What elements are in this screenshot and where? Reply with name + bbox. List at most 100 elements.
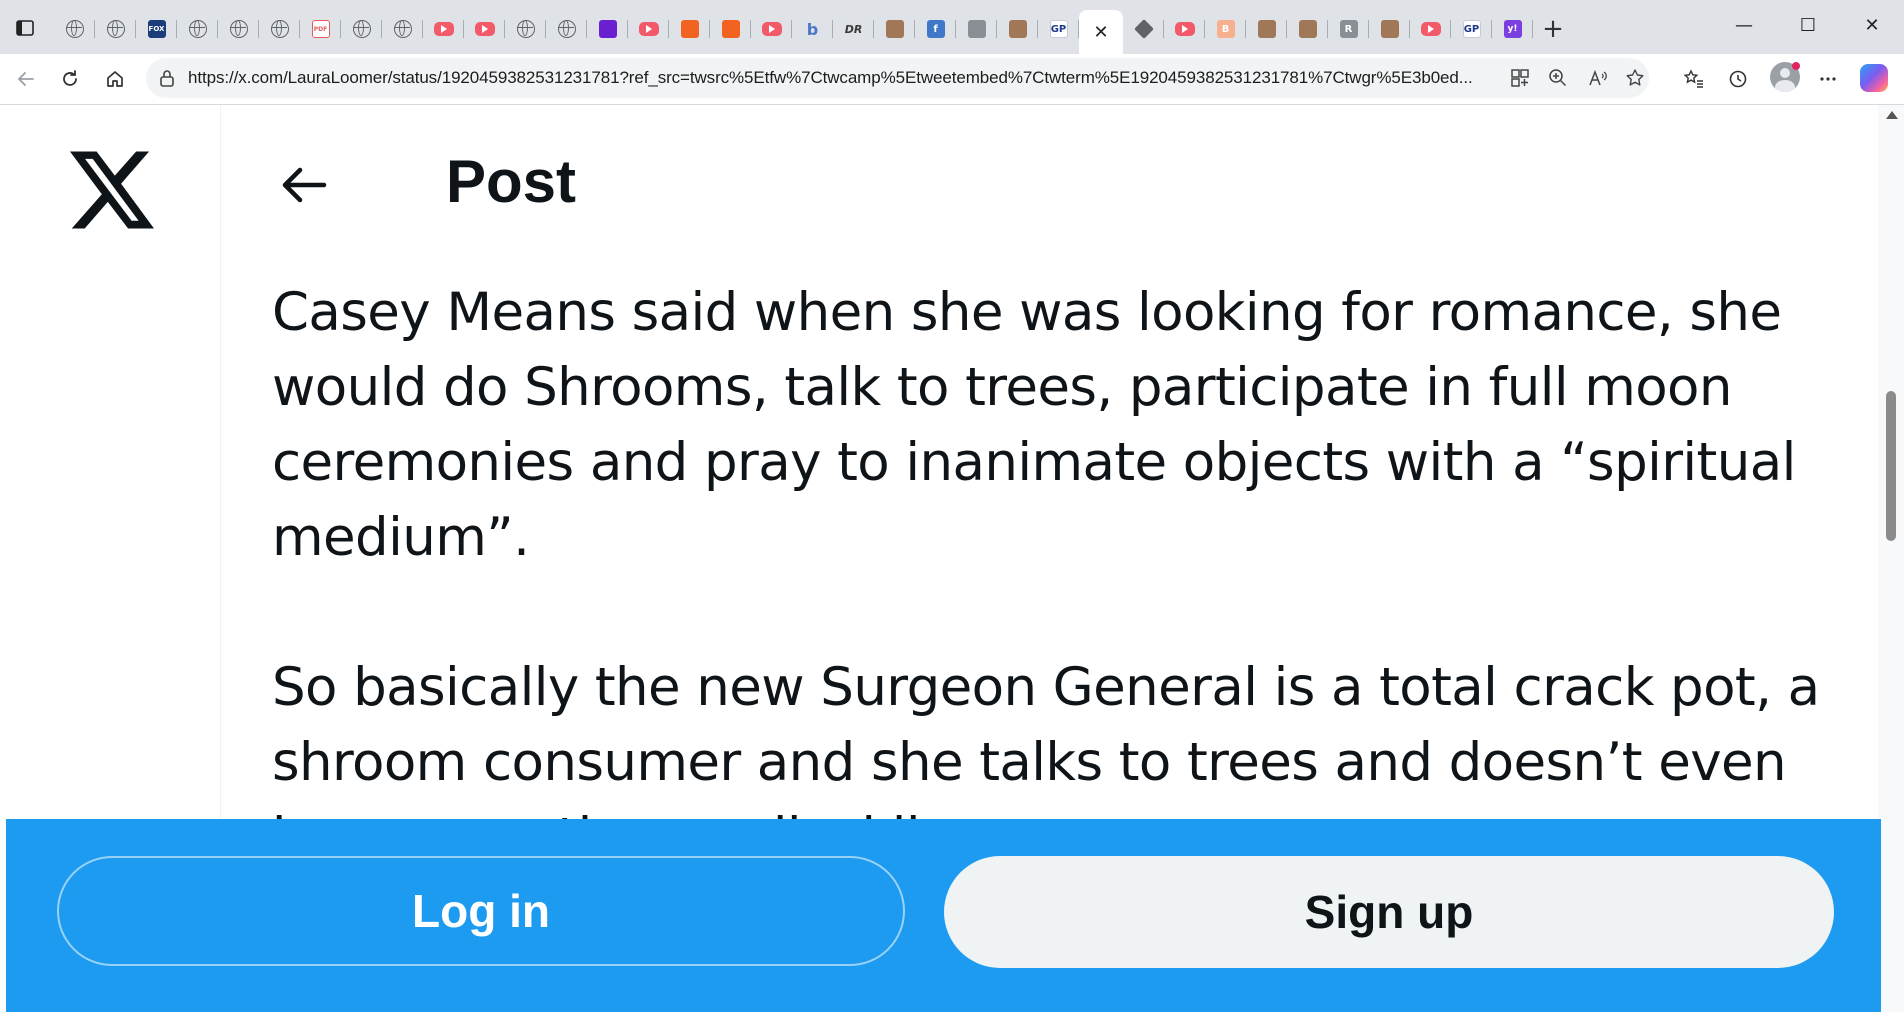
browser-tab[interactable] — [874, 10, 915, 48]
window-controls: — ☐ ✕ — [1712, 0, 1904, 50]
back-button[interactable] — [8, 62, 44, 96]
browser-toolbar: https://x.com/LauraLoomer/status/1920459… — [0, 54, 1904, 105]
browser-tab[interactable] — [177, 10, 218, 48]
diamond-icon — [1133, 19, 1154, 39]
post-header: Post — [222, 105, 1382, 265]
photo-icon — [885, 20, 904, 38]
browser-tab[interactable] — [751, 10, 792, 48]
bing-icon: b — [806, 19, 819, 39]
browser-tab[interactable]: R — [1328, 10, 1369, 48]
youtube-icon — [638, 22, 659, 36]
browser-tab[interactable] — [218, 10, 259, 48]
login-button[interactable]: Log in — [57, 856, 905, 966]
photo-icon — [1008, 20, 1027, 38]
browser-tab[interactable]: GP — [1451, 10, 1492, 48]
browser-tab[interactable] — [1410, 10, 1451, 48]
browser-tab[interactable]: y! — [1492, 10, 1533, 48]
pdf-icon: PDF — [311, 20, 330, 38]
new-tab-button[interactable]: + — [1533, 10, 1573, 48]
close-window-button[interactable]: ✕ — [1840, 0, 1904, 50]
browser-tab[interactable] — [1287, 10, 1328, 48]
url-text[interactable]: https://x.com/LauraLoomer/status/1920459… — [188, 68, 1478, 88]
browser-tab[interactable]: PDF — [300, 10, 341, 48]
globe-icon — [557, 20, 576, 38]
notification-dot — [1792, 62, 1800, 70]
close-tab-icon[interactable]: ✕ — [1093, 22, 1108, 43]
browser-tab[interactable] — [669, 10, 710, 48]
gp-icon: GP — [1462, 20, 1481, 38]
browser-tab[interactable] — [54, 10, 95, 48]
globe-icon — [188, 20, 207, 38]
browser-tab[interactable] — [259, 10, 300, 48]
home-icon — [107, 71, 123, 87]
dr-icon: DR — [844, 22, 863, 36]
browser-tab[interactable] — [546, 10, 587, 48]
scrollbar-thumb[interactable] — [1886, 391, 1896, 541]
app-available-icon[interactable] — [1508, 66, 1532, 90]
history-icon — [1729, 70, 1747, 88]
page-scrollbar[interactable] — [1878, 105, 1904, 1012]
youtube-icon — [761, 22, 782, 36]
page-title: Post — [446, 148, 577, 215]
back-arrow-icon[interactable] — [278, 163, 328, 207]
bookmark-icon — [680, 20, 699, 38]
browser-tab[interactable]: b — [792, 10, 833, 48]
tab-separator — [1532, 20, 1533, 38]
refresh-button[interactable] — [52, 62, 88, 96]
site-info-icon[interactable] — [156, 67, 178, 89]
tweet-paragraph: Casey Means said when she was looking fo… — [272, 282, 1796, 568]
refresh-icon — [63, 70, 77, 86]
zoom-icon[interactable] — [1546, 66, 1570, 90]
history-button[interactable] — [1720, 62, 1756, 96]
browser-tab[interactable] — [956, 10, 997, 48]
tab-list: FOX PDF b DR f GP ✕ B R GP y! + — [54, 9, 1573, 54]
youtube-icon — [1420, 22, 1441, 36]
mail-icon — [598, 20, 617, 38]
globe-icon — [516, 20, 535, 38]
browser-tab[interactable]: GP — [1038, 10, 1079, 48]
browser-tab[interactable] — [1164, 10, 1205, 48]
globe-icon — [393, 20, 412, 38]
active-browser-tab[interactable]: ✕ — [1079, 10, 1123, 54]
browser-tab[interactable] — [382, 10, 423, 48]
browser-tab[interactable] — [341, 10, 382, 48]
browser-tab[interactable]: B — [1205, 10, 1246, 48]
browser-tab[interactable] — [423, 10, 464, 48]
globe-icon — [352, 20, 371, 38]
browser-tab[interactable]: DR — [833, 10, 874, 48]
settings-more-button[interactable] — [1810, 62, 1846, 96]
browser-tab[interactable] — [628, 10, 669, 48]
favorite-star-icon[interactable] — [1623, 66, 1647, 90]
browser-tab[interactable] — [587, 10, 628, 48]
bookmark-icon — [721, 20, 740, 38]
browser-tab[interactable] — [95, 10, 136, 48]
browser-tab[interactable]: f — [915, 10, 956, 48]
browser-tab[interactable] — [1246, 10, 1287, 48]
scroll-up-arrow-icon[interactable] — [1886, 111, 1898, 119]
minimize-button[interactable]: — — [1712, 0, 1776, 50]
read-aloud-icon[interactable] — [1586, 66, 1610, 90]
browser-tab[interactable] — [1123, 10, 1164, 48]
maximize-button[interactable]: ☐ — [1776, 0, 1840, 50]
browser-tab[interactable] — [464, 10, 505, 48]
youtube-icon — [1174, 22, 1195, 36]
photo-icon — [1298, 20, 1317, 38]
x-logo-icon[interactable] — [70, 151, 154, 229]
login-prompt-bar: Log in Sign up — [6, 819, 1881, 1012]
browser-tab[interactable]: FOX — [136, 10, 177, 48]
browser-tab[interactable] — [997, 10, 1038, 48]
browser-tab[interactable] — [710, 10, 751, 48]
signup-button[interactable]: Sign up — [944, 856, 1834, 968]
tab-actions-icon[interactable] — [10, 13, 40, 43]
favorites-button[interactable] — [1676, 62, 1712, 96]
facebook-icon: f — [926, 20, 945, 38]
r-icon: R — [1339, 20, 1358, 38]
news-icon: FOX — [147, 20, 166, 38]
browser-tab[interactable] — [1369, 10, 1410, 48]
address-bar[interactable]: https://x.com/LauraLoomer/status/1920459… — [146, 58, 1649, 98]
browser-tab[interactable] — [505, 10, 546, 48]
copilot-icon[interactable] — [1860, 64, 1888, 92]
back-arrow-icon — [17, 72, 34, 86]
photo-icon — [1380, 20, 1399, 38]
home-button[interactable] — [97, 62, 133, 96]
